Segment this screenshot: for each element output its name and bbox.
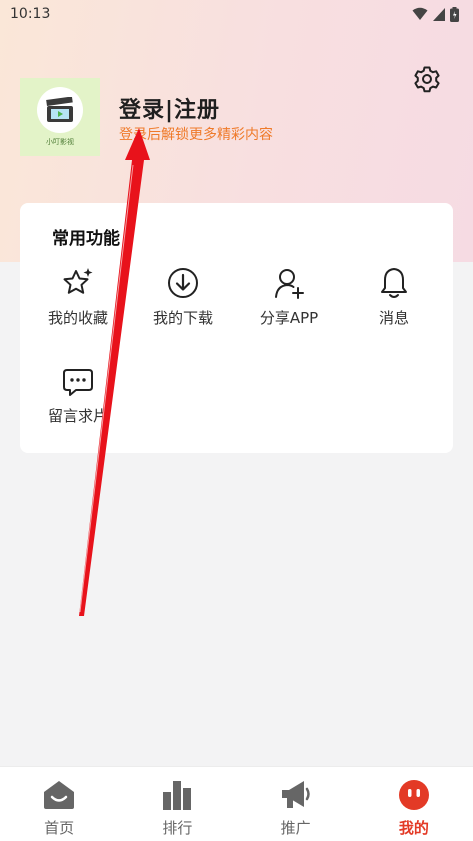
bottom-nav: 首页 排行 推广 我的 <box>0 766 473 841</box>
feature-request-movie[interactable]: 留言求片 <box>28 363 128 426</box>
feature-favorites-label: 我的收藏 <box>47 309 108 327</box>
clapperboard-icon <box>46 97 73 122</box>
feature-downloads[interactable]: 我的下载 <box>133 265 233 328</box>
nav-home[interactable]: 首页 <box>0 767 118 841</box>
nav-ranking[interactable]: 排行 <box>118 767 236 841</box>
feature-request-label: 留言求片 <box>47 407 108 425</box>
status-icons <box>412 6 459 22</box>
avatar[interactable]: 小叮影视 <box>20 78 100 156</box>
wifi-icon <box>412 7 428 20</box>
message-icon <box>63 369 93 396</box>
features-title: 常用功能 <box>52 229 120 249</box>
nav-mine[interactable]: 我的 <box>355 767 473 841</box>
feature-favorites[interactable]: 我的收藏 <box>28 265 128 328</box>
profile-face-icon <box>398 780 429 810</box>
feature-downloads-label: 我的下载 <box>152 309 213 327</box>
megaphone-icon <box>281 781 310 808</box>
login-subtitle: 登录后解锁更多精彩内容 <box>119 127 273 143</box>
status-time: 10:13 <box>10 6 51 22</box>
feature-messages[interactable]: 消息 <box>344 265 444 328</box>
feature-messages-label: 消息 <box>378 309 409 327</box>
settings-button[interactable] <box>411 63 443 95</box>
feature-share-app[interactable]: 分享APP <box>239 265 339 328</box>
nav-promotion-label: 推广 <box>280 819 311 837</box>
status-bar: 10:13 <box>0 0 473 28</box>
login-register-link[interactable]: 登录|注册 <box>119 92 220 124</box>
avatar-logo <box>37 87 83 133</box>
gear-icon <box>414 66 440 93</box>
nav-mine-label: 我的 <box>398 819 429 837</box>
feature-share-label: 分享APP <box>259 309 319 327</box>
home-icon <box>44 781 75 809</box>
battery-icon <box>450 6 459 22</box>
ranking-icon <box>163 781 192 810</box>
nav-ranking-label: 排行 <box>162 819 193 837</box>
avatar-caption: 小叮影视 <box>46 138 74 146</box>
nav-promotion[interactable]: 推广 <box>237 767 355 841</box>
bell-icon <box>381 268 407 298</box>
share-user-icon <box>275 269 304 299</box>
features-card: 常用功能 我的收藏 我的下载 分享APP 消息 留言求片 <box>20 203 453 453</box>
download-icon <box>168 268 198 298</box>
star-sparkle-icon <box>63 268 93 294</box>
signal-icon <box>433 7 445 21</box>
nav-home-label: 首页 <box>44 819 75 837</box>
